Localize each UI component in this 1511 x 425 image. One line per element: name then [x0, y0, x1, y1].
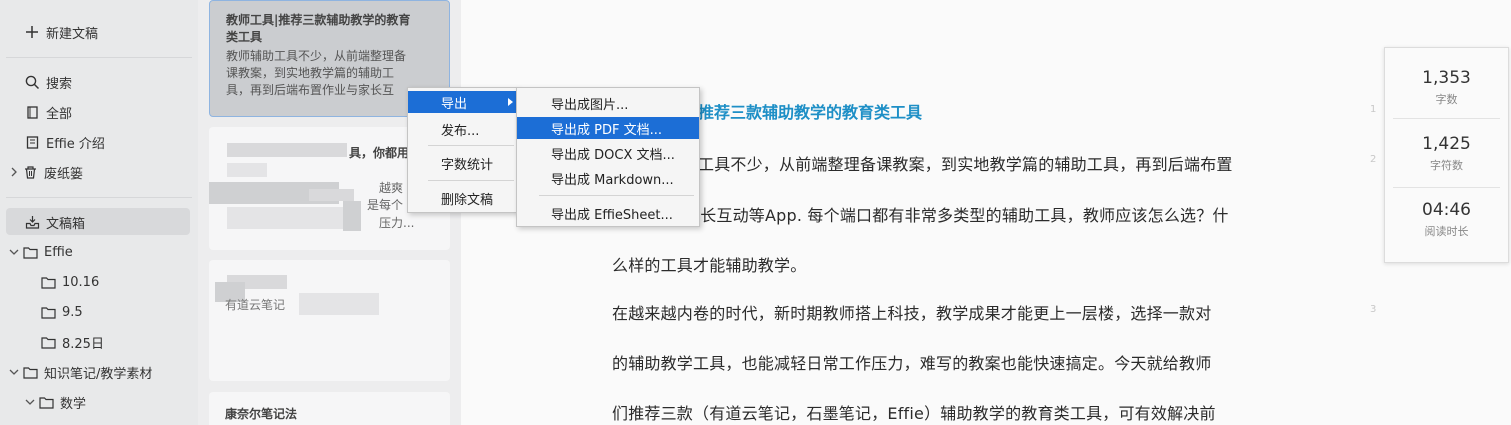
sidebar-folder-label: 数学 [60, 396, 87, 412]
folder-icon [38, 394, 54, 410]
document-icon [24, 134, 40, 150]
sidebar-folder-label: 知识笔记/教学素材 [44, 366, 153, 382]
plus-icon [24, 24, 40, 40]
new-document-button[interactable]: 新建文稿 [24, 19, 98, 45]
blurred-content [299, 293, 379, 315]
blurred-content [343, 201, 361, 231]
char-count: 1,425 字符数 [1385, 134, 1508, 173]
sidebar-item-all[interactable]: 全部 [24, 99, 72, 125]
chevron-down-icon[interactable] [8, 366, 20, 378]
sidebar-folder-8-25[interactable]: 8.25日 [40, 329, 104, 355]
sidebar-folder-label: 9.5 [62, 304, 83, 320]
char-count-value: 1,425 [1422, 134, 1471, 154]
paragraph-line: 工具不少，从前端整理备课教案，到实地教学篇的辅助工具，再到后端布置 [698, 155, 1233, 174]
menu-separator [428, 145, 514, 146]
sidebar-folder-9-5[interactable]: 9.5 [40, 299, 83, 325]
inbox-icon [24, 214, 40, 230]
sidebar-item-label: Effie 介绍 [46, 136, 105, 152]
submenu-arrow-icon [508, 98, 513, 106]
sidebar-folder-knowledge[interactable]: 知识笔记/教学素材 [8, 359, 152, 385]
line-number: 2 [1370, 154, 1377, 165]
sidebar-item-effie-intro[interactable]: Effie 介绍 [24, 129, 105, 155]
word-count-label: 字数 [1435, 93, 1458, 106]
blurred-content [227, 207, 347, 229]
menu-item-delete[interactable]: 删除文稿 [408, 187, 517, 209]
document-card[interactable]: 有道云笔记 [209, 260, 450, 381]
menu-item-word-stats[interactable]: 字数统计 [408, 152, 517, 174]
search-icon [24, 74, 40, 90]
reading-time-value: 04:46 [1422, 200, 1471, 220]
document-card-title: 教师工具|推荐三款辅助教学的教育 类工具 [226, 13, 411, 44]
sidebar-item-label: 文稿箱 [46, 216, 86, 232]
chevron-down-icon[interactable] [24, 396, 36, 408]
chevron-down-icon[interactable] [8, 246, 20, 258]
sidebar-folder-label: 8.25日 [62, 336, 104, 352]
paragraph-line: 么样的工具才能辅助教学。 [612, 256, 807, 275]
menu-item-export-effiesheet[interactable]: 导出成 EffieSheet... [517, 202, 699, 224]
paragraph-line: 在越来越内卷的时代，新时期教师搭上科技，教学成果才能更上一层楼，选择一款对 [612, 304, 1212, 323]
new-document-label: 新建文稿 [46, 26, 99, 42]
word-count-value: 1,353 [1422, 68, 1471, 88]
sidebar-item-trash[interactable]: 废纸篓 [8, 159, 83, 185]
blurred-content [227, 163, 267, 177]
sidebar-folder-effie[interactable]: Effie [8, 239, 73, 265]
sidebar: 新建文稿 搜索 全部 Effie 介绍 废纸篓 文稿箱 Effie 10.16 … [0, 0, 198, 425]
chevron-right-icon[interactable] [8, 166, 20, 178]
sidebar-folder-label: 10.16 [62, 274, 100, 290]
document-card[interactable]: 康奈尔笔记法 [209, 392, 450, 425]
sidebar-folder-10-16[interactable]: 10.16 [40, 269, 99, 295]
documents-icon [24, 104, 40, 120]
paragraph-line: 们推荐三款（有道云笔记，石墨笔记，Effie）辅助教学的教育类工具，可有效解决前 [612, 404, 1216, 423]
paragraph-line: 家长互动等App. 每个端口都有非常多类型的辅助工具，教师应该怎么选？什 [684, 206, 1229, 225]
document-card-title-fragment: 具，你都用 [349, 146, 410, 160]
paragraph-line: 的辅助教学工具，也能减轻日常工作压力，难写的教案也能快速搞定。今天就给教师 [612, 354, 1212, 373]
menu-item-export-pdf[interactable]: 导出成 PDF 文档... [517, 117, 699, 139]
export-submenu: 导出成图片... 导出成 PDF 文档... 导出成 DOCX 文档... 导出… [516, 87, 700, 227]
menu-separator [539, 195, 694, 196]
menu-item-publish[interactable]: 发布... [408, 118, 517, 140]
sidebar-divider [6, 197, 192, 198]
reading-time-label: 阅读时长 [1424, 225, 1469, 238]
blurred-content [227, 143, 347, 157]
folder-icon [40, 334, 56, 350]
menu-item-export-image[interactable]: 导出成图片... [517, 92, 699, 114]
word-count-panel: 1,353 字数 1,425 字符数 04:46 阅读时长 [1384, 47, 1509, 263]
folder-icon [22, 364, 38, 380]
document-card-preview-fragment: 越爽 [379, 181, 404, 195]
reading-time: 04:46 阅读时长 [1385, 200, 1508, 239]
document-card-preview-fragment: 压力... [379, 216, 415, 230]
menu-item-export[interactable]: 导出 [408, 91, 517, 113]
menu-separator [428, 180, 514, 181]
document-card-title: 康奈尔笔记法 [225, 407, 298, 421]
sidebar-item-inbox[interactable]: 文稿箱 [24, 209, 85, 235]
sidebar-item-label: 全部 [46, 106, 73, 122]
document-title: 推荐三款辅助教学的教育类工具 [698, 103, 923, 122]
sidebar-item-label: 废纸篓 [44, 166, 84, 182]
folder-icon [22, 244, 38, 260]
line-number: 3 [1370, 304, 1377, 315]
char-count-label: 字符数 [1430, 159, 1463, 172]
menu-item-export-docx[interactable]: 导出成 DOCX 文档... [517, 142, 699, 164]
trash-icon [22, 164, 38, 180]
folder-icon [40, 304, 56, 320]
line-number: 1 [1370, 104, 1377, 115]
sidebar-item-search[interactable]: 搜索 [24, 69, 72, 95]
blurred-content [309, 189, 354, 201]
sidebar-divider [6, 57, 192, 58]
folder-icon [40, 274, 56, 290]
menu-item-export-markdown[interactable]: 导出成 Markdown... [517, 167, 699, 189]
stats-divider [1393, 187, 1500, 188]
sidebar-item-label: 搜索 [46, 76, 73, 92]
stats-divider [1393, 118, 1500, 119]
sidebar-folder-math[interactable]: 数学 [24, 389, 86, 415]
sidebar-folder-label: Effie [44, 244, 73, 260]
document-card-preview-fragment: 有道云笔记 [225, 298, 286, 312]
word-count: 1,353 字数 [1385, 68, 1508, 107]
context-menu: 导出 发布... 字数统计 删除文稿 [407, 87, 518, 213]
document-card-preview-fragment: 是每个 [367, 198, 404, 212]
